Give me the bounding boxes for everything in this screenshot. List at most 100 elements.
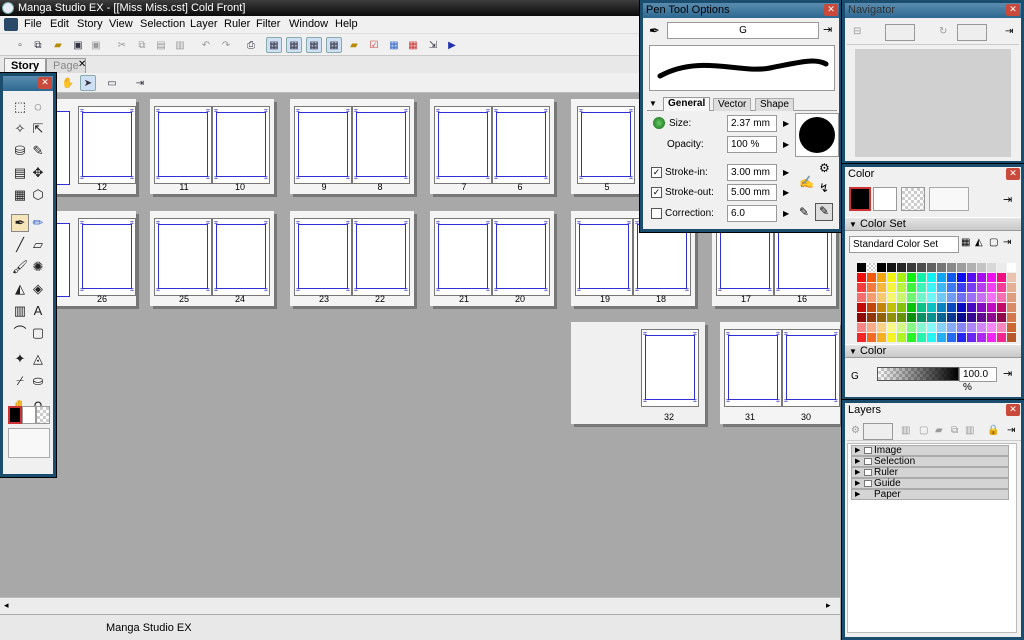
- tab-story[interactable]: Story: [4, 58, 47, 73]
- color-swatch[interactable]: [947, 263, 956, 272]
- color-swatch[interactable]: [927, 313, 936, 322]
- color-swatch[interactable]: [887, 283, 896, 292]
- pressure-icon[interactable]: [653, 117, 665, 129]
- export-icon[interactable]: ⇲: [425, 37, 441, 53]
- page-thumb[interactable]: ⌗ ⌗ ⌗ ⌗: [78, 106, 136, 184]
- color-header[interactable]: ▼ Color: [845, 344, 1021, 358]
- color-swatch[interactable]: [997, 263, 1006, 272]
- color-swatch[interactable]: [887, 333, 896, 342]
- color-swatch[interactable]: [937, 283, 946, 292]
- close-icon[interactable]: ✕: [38, 77, 52, 89]
- collapse-icon[interactable]: ▼: [649, 99, 657, 108]
- color-swatch[interactable]: [1007, 293, 1016, 302]
- rotate-icon[interactable]: ⬡: [29, 186, 47, 204]
- color-swatch[interactable]: [947, 323, 956, 332]
- hand-icon[interactable]: ✋: [60, 75, 76, 91]
- color-swatch[interactable]: [917, 283, 926, 292]
- zoom-field[interactable]: [885, 24, 915, 41]
- color-swatch[interactable]: [977, 313, 986, 322]
- color-swatch[interactable]: [977, 293, 986, 302]
- color-swatch[interactable]: [987, 323, 996, 332]
- color-swatch[interactable]: [857, 313, 866, 322]
- pen-pressure-icon[interactable]: ✍: [799, 175, 814, 189]
- menu-layer[interactable]: Layer: [190, 18, 218, 30]
- collapse-icon[interactable]: ▼: [849, 220, 857, 229]
- paste-icon[interactable]: ▤: [153, 37, 169, 53]
- size-field[interactable]: 2.37 mm: [727, 115, 777, 132]
- color-swatch[interactable]: [917, 323, 926, 332]
- color-swatch[interactable]: [967, 333, 976, 342]
- page-thumb[interactable]: ⌗ ⌗ ⌗ ⌗: [575, 218, 633, 296]
- pointer-icon[interactable]: ➤: [80, 75, 96, 91]
- color-swatch[interactable]: [907, 263, 916, 272]
- layer-settings-icon[interactable]: ⚙: [851, 425, 860, 436]
- shape-icon[interactable]: ▢: [29, 324, 47, 342]
- color-swatch[interactable]: [897, 263, 906, 272]
- magic-wand-icon[interactable]: ✧: [11, 120, 29, 138]
- color-swatch[interactable]: [947, 333, 956, 342]
- panel-menu-icon[interactable]: ⇥: [132, 75, 148, 91]
- menu-view[interactable]: View: [109, 18, 133, 30]
- gray-slider[interactable]: [877, 367, 959, 381]
- view-mode-2-icon[interactable]: ▦: [286, 37, 302, 53]
- color-swatch[interactable]: [957, 263, 966, 272]
- tool-settings-icon[interactable]: ✎: [815, 203, 833, 221]
- color-swatch[interactable]: [1007, 323, 1016, 332]
- expand-icon[interactable]: ▶: [855, 468, 860, 477]
- eyedropper-icon[interactable]: ✎: [29, 142, 47, 160]
- stroke-in-checkbox[interactable]: ✓: [651, 167, 662, 178]
- color-swatch[interactable]: [937, 303, 946, 312]
- tab-general[interactable]: General: [663, 97, 711, 111]
- size-arrow-icon[interactable]: ▶: [783, 119, 789, 128]
- color-swatch[interactable]: [857, 273, 866, 282]
- color-swatch[interactable]: [867, 273, 876, 282]
- menu-selection[interactable]: Selection: [140, 18, 185, 30]
- color-swatch[interactable]: [997, 293, 1006, 302]
- page-thumb[interactable]: ⌗ ⌗ ⌗ ⌗: [154, 218, 212, 296]
- stroke-out-checkbox[interactable]: ✓: [651, 187, 662, 198]
- scroll-left-icon[interactable]: ◂: [4, 600, 9, 611]
- menu-help[interactable]: Help: [335, 18, 358, 30]
- color-swatch[interactable]: [857, 333, 866, 342]
- curve-icon[interactable]: ⌒: [11, 324, 29, 342]
- color-swatch[interactable]: [967, 323, 976, 332]
- gradient-icon[interactable]: ▥: [11, 302, 29, 320]
- menu-file[interactable]: File: [24, 18, 42, 30]
- panel-menu-icon[interactable]: ⇥: [1005, 26, 1013, 37]
- color-swatch[interactable]: [877, 323, 886, 332]
- main-color-swatch[interactable]: [849, 187, 871, 211]
- folder-icon[interactable]: ▰: [346, 37, 362, 53]
- page-thumb[interactable]: ⌗ ⌗ ⌗ ⌗: [294, 218, 352, 296]
- expand-icon[interactable]: ▶: [855, 457, 860, 466]
- panel-menu-icon[interactable]: ⇥: [1003, 237, 1011, 248]
- save-all-icon[interactable]: ▣: [88, 37, 104, 53]
- color-swatch[interactable]: [867, 263, 876, 272]
- undo-icon[interactable]: ↶: [198, 37, 214, 53]
- menu-window[interactable]: Window: [289, 18, 328, 30]
- spread[interactable]: ⌗ ⌗ ⌗ ⌗ 5: [571, 99, 641, 194]
- color-swatch[interactable]: [987, 283, 996, 292]
- color-swatch[interactable]: [937, 293, 946, 302]
- new-story-icon[interactable]: ⧉: [30, 37, 46, 53]
- stroke-in-field[interactable]: 3.00 mm: [727, 164, 777, 181]
- spread[interactable]: ⌗ ⌗ ⌗ ⌗ ⌗ ⌗ ⌗ ⌗ 21 20: [430, 211, 554, 306]
- new-layer-icon[interactable]: ▢: [919, 425, 928, 436]
- color-swatch[interactable]: [887, 263, 896, 272]
- transparent-swatch[interactable]: [36, 406, 50, 424]
- color-swatch[interactable]: [927, 303, 936, 312]
- close-icon[interactable]: ✕: [1006, 4, 1020, 16]
- color-swatch[interactable]: [857, 293, 866, 302]
- expand-icon[interactable]: ▶: [855, 479, 860, 488]
- layer-row-selection[interactable]: ▶ Selection: [851, 456, 1009, 467]
- save-icon[interactable]: ▣: [70, 37, 86, 53]
- collapse-icon[interactable]: ▼: [849, 347, 857, 356]
- color-swatch[interactable]: [917, 293, 926, 302]
- hand-correction-icon[interactable]: ✎: [799, 205, 809, 219]
- page-thumb[interactable]: ⌗ ⌗ ⌗ ⌗: [492, 218, 550, 296]
- color-swatch[interactable]: [947, 273, 956, 282]
- page-thumb[interactable]: ⌗ ⌗ ⌗ ⌗: [434, 106, 492, 184]
- color-swatch[interactable]: [1007, 333, 1016, 342]
- new-color-icon[interactable]: ▢: [989, 237, 998, 248]
- color-swatch[interactable]: [977, 283, 986, 292]
- color-swatch[interactable]: [947, 313, 956, 322]
